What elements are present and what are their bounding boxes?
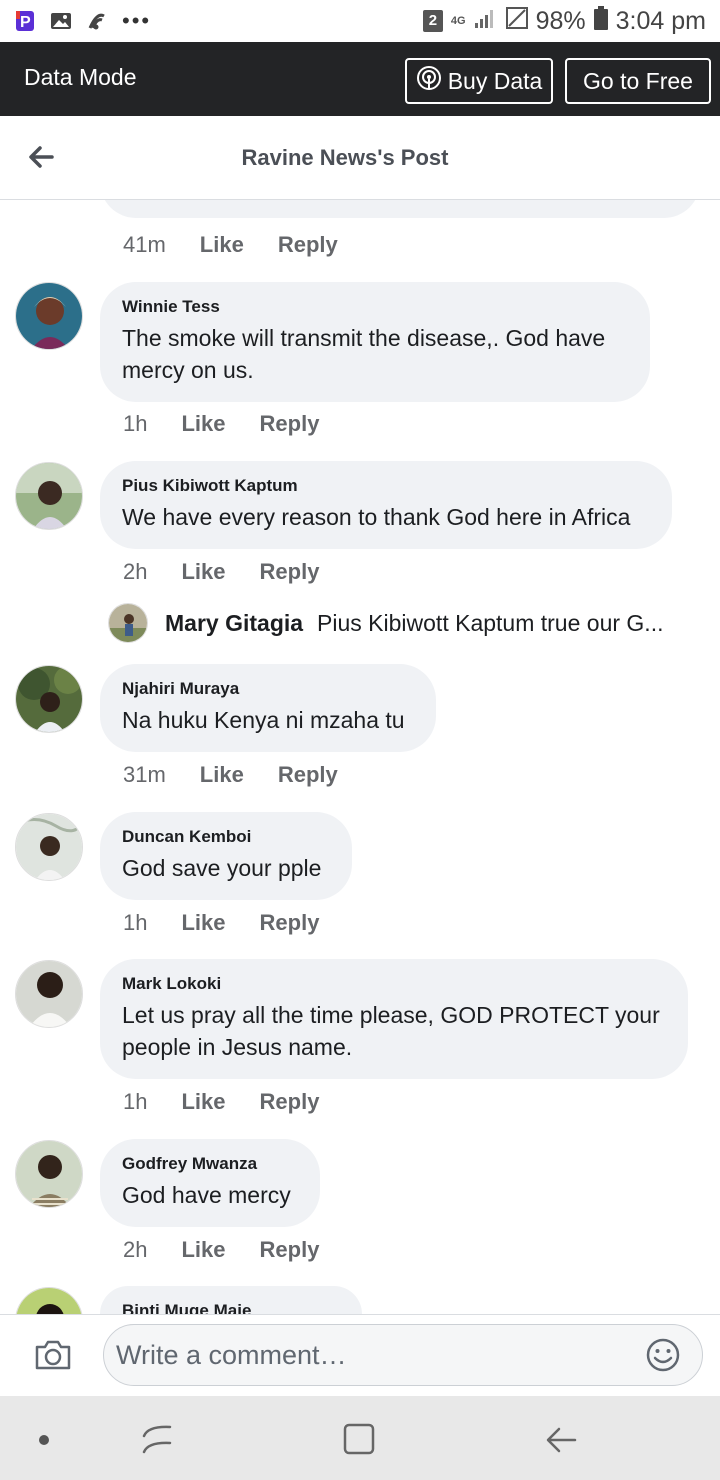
comment-time: 2h [123, 1237, 148, 1262]
comment-bubble: Pius Kibiwott Kaptum We have every reaso… [100, 461, 672, 549]
svg-text:P: P [20, 14, 31, 31]
avatar[interactable] [15, 1140, 83, 1208]
page-title: Ravine News's Post [241, 145, 449, 170]
buy-data-button[interactable]: Buy Data [405, 58, 553, 104]
avatar[interactable] [15, 813, 83, 881]
status-right: 2 4G 98% 3:04 pm [422, 5, 706, 37]
like-button[interactable]: Like [200, 762, 244, 788]
recents-icon[interactable] [138, 1422, 178, 1458]
avatar[interactable] [15, 960, 83, 1028]
comment-time: 2h [123, 559, 148, 584]
comment-text: Na huku Kenya ni mzaha tu [122, 707, 405, 733]
reply-button[interactable]: Reply [260, 1089, 320, 1115]
comment-actions: 41m Like Reply [123, 232, 338, 258]
go-to-free-button[interactable]: Go to Free [565, 58, 711, 104]
comment-bubble: Winnie Tess The smoke will transmit the … [100, 282, 650, 402]
reply-button[interactable]: Reply [260, 1237, 320, 1263]
comment-author[interactable]: Godfrey Mwanza [122, 1153, 298, 1175]
more-dots-icon: ••• [122, 8, 152, 33]
comment-bubble: Binti Muge Maje [100, 1286, 362, 1314]
comment-text: Let us pray all the time please, GOD PRO… [122, 1002, 660, 1060]
signal-app-icon [86, 10, 108, 32]
system-nav-bar [0, 1396, 720, 1480]
pinterest-icon: P [14, 10, 36, 32]
avatar[interactable] [15, 665, 83, 733]
comment-actions: 2h Like Reply [123, 1237, 319, 1263]
reply-preview[interactable]: Mary Gitagia Pius Kibiwott Kaptum true o… [108, 603, 688, 643]
comment-author[interactable]: Duncan Kemboi [122, 826, 330, 848]
status-bar: P ••• 2 4G 98% 3:04 pm [0, 0, 720, 42]
comment-bubble: Mark Lokoki Let us pray all the time ple… [100, 959, 688, 1079]
gallery-icon [50, 10, 72, 32]
comment-composer [0, 1314, 720, 1396]
camera-icon[interactable] [34, 1337, 72, 1373]
comment-text: God save your pple [122, 855, 322, 881]
home-icon[interactable] [339, 1422, 379, 1458]
network-type: 4G [450, 15, 466, 27]
signal-bars-icon [474, 7, 498, 36]
like-button[interactable]: Like [181, 411, 225, 437]
data-mode-title: Data Mode [24, 64, 137, 90]
reply-button[interactable]: Reply [260, 910, 320, 936]
clock: 3:04 pm [615, 6, 706, 35]
comment-time: 1h [123, 1089, 148, 1114]
like-button[interactable]: Like [181, 910, 225, 936]
comment-input[interactable] [103, 1324, 703, 1386]
reply-author[interactable]: Mary Gitagia [165, 610, 303, 637]
like-button[interactable]: Like [181, 1089, 225, 1115]
comment-text: We have every reason to thank God here i… [122, 504, 631, 530]
reply-button[interactable]: Reply [278, 232, 338, 258]
comment-time: 1h [123, 411, 148, 436]
comment-author[interactable]: Binti Muge Maje [122, 1300, 340, 1314]
comment-time: 1h [123, 910, 148, 935]
data-mode-bar: Data Mode Buy Data Go to Free [0, 42, 720, 116]
avatar[interactable] [15, 282, 83, 350]
comment-actions: 2h Like Reply [123, 559, 319, 585]
reply-text: Pius Kibiwott Kaptum true our G... [317, 609, 664, 636]
reply-button[interactable]: Reply [260, 559, 320, 585]
avatar[interactable] [108, 603, 148, 643]
comments-feed[interactable]: 41m Like Reply Winnie Tess The smoke wil… [0, 200, 720, 1314]
back-nav-icon[interactable] [541, 1422, 581, 1458]
comment-text: God have mercy [122, 1182, 291, 1208]
comment-author[interactable]: Mark Lokoki [122, 973, 666, 995]
comment-bubble: Godfrey Mwanza God have mercy [100, 1139, 320, 1227]
comment-actions: 1h Like Reply [123, 1089, 319, 1115]
avatar[interactable] [15, 462, 83, 530]
post-header: Ravine News's Post [0, 116, 720, 200]
buy-data-label: Buy Data [447, 67, 543, 94]
comment-actions: 1h Like Reply [123, 411, 319, 437]
go-to-free-label: Go to Free [583, 67, 693, 94]
broadcast-icon [416, 65, 442, 97]
comment-bubble: Duncan Kemboi God save your pple [100, 812, 352, 900]
comment-actions: 31m Like Reply [123, 762, 338, 788]
battery-icon [593, 5, 608, 37]
comment-bubble: Njahiri Muraya Na huku Kenya ni mzaha tu [100, 664, 436, 752]
comment-bubble-partial [100, 200, 700, 218]
avatar[interactable] [15, 1287, 83, 1314]
battery-percent: 98% [535, 6, 586, 35]
reply-button[interactable]: Reply [278, 762, 338, 788]
like-button[interactable]: Like [181, 559, 225, 585]
comment-text: The smoke will transmit the disease,. Go… [122, 325, 606, 383]
comment-author[interactable]: Pius Kibiwott Kaptum [122, 475, 650, 497]
like-button[interactable]: Like [181, 1237, 225, 1263]
like-button[interactable]: Like [200, 232, 244, 258]
comment-author[interactable]: Njahiri Muraya [122, 678, 414, 700]
status-left-icons: P ••• [14, 8, 151, 34]
no-signal-icon [505, 6, 528, 36]
comment-author[interactable]: Winnie Tess [122, 296, 628, 318]
comment-actions: 1h Like Reply [123, 910, 319, 936]
emoji-icon[interactable] [645, 1337, 681, 1373]
notification-badge: 2 [422, 10, 443, 32]
comment-time: 31m [123, 762, 166, 787]
nav-dot-icon[interactable] [24, 1422, 64, 1458]
reply-button[interactable]: Reply [260, 411, 320, 437]
comment-time: 41m [123, 232, 166, 257]
